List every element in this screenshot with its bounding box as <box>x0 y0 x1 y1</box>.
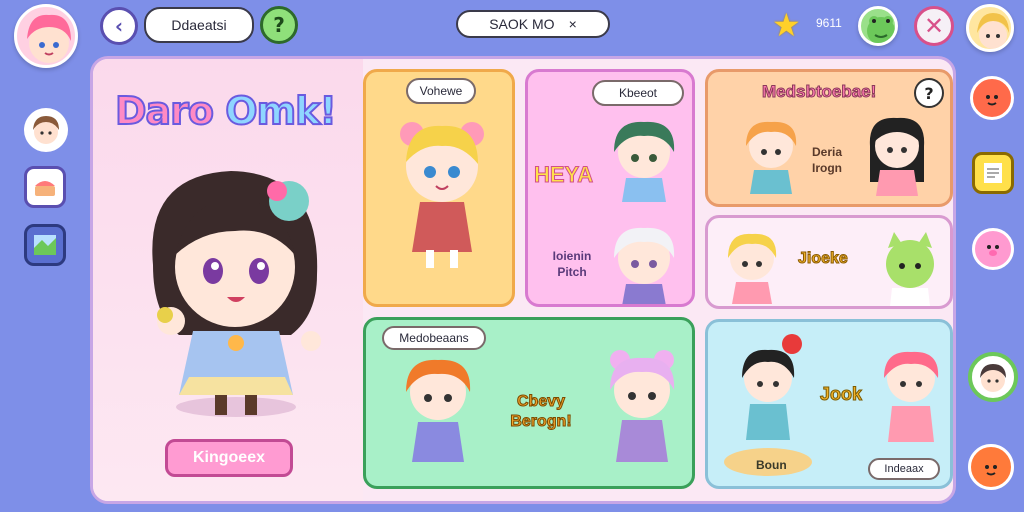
side-note-button[interactable] <box>972 152 1014 194</box>
card-5-caption: Cbevy Berogn! <box>510 393 572 431</box>
card-6-character-right <box>884 351 939 442</box>
title-part-2: Omk! <box>224 88 338 134</box>
player-avatar-icon <box>27 14 71 63</box>
boy-avatar-icon <box>33 116 59 144</box>
card-2-heading: HEYA <box>533 162 594 188</box>
mode-close-icon[interactable]: × <box>569 16 577 32</box>
card-4-character-right <box>886 232 934 306</box>
help-icon: ? <box>924 83 934 103</box>
help-button[interactable]: ? <box>260 6 298 44</box>
card-5-label: Medobeaans <box>382 326 486 350</box>
character-card-5[interactable]: Medobeaans Cbevy Berogn! <box>363 317 695 489</box>
cake-icon <box>35 181 55 196</box>
main-action-button[interactable]: Kingoeex <box>165 439 293 477</box>
character-card-4[interactable]: Jioeke <box>705 215 953 309</box>
side-pig-button[interactable] <box>972 228 1014 270</box>
exit-button[interactable]: ✕ <box>914 6 954 46</box>
card-2-subtitle: Ioienin Pitch <box>552 249 592 279</box>
side-map-button[interactable] <box>24 224 66 266</box>
pet-icon[interactable] <box>858 6 898 46</box>
frog-icon <box>867 16 895 43</box>
character-card-1[interactable]: Vohewe <box>363 69 515 307</box>
star-icon: ★ <box>772 6 801 44</box>
card-2-label: Kbeeot <box>592 80 684 106</box>
card-3-character-right <box>869 117 925 196</box>
mode-tab[interactable]: SAOK MO × <box>456 10 610 38</box>
side-avatar-boy[interactable] <box>24 108 68 152</box>
side-food-button[interactable] <box>24 166 66 208</box>
side-friend-avatar[interactable] <box>968 352 1018 402</box>
mode-tab-label: SAOK MO <box>489 16 555 32</box>
card-1-character <box>400 122 484 268</box>
main-panel: Daro Omk! Kingoeex Vohewe Kbeeot HEYA Io… <box>90 56 956 504</box>
friend-avatar[interactable] <box>966 4 1014 52</box>
close-icon: ✕ <box>923 12 945 40</box>
search-box-label: Ddaeatsi <box>171 17 227 33</box>
card-3-title: Medsbtoebae! <box>761 82 877 102</box>
card-3-help-button[interactable]: ? <box>914 78 944 108</box>
note-icon <box>984 163 1002 183</box>
top-bar: ‹ Ddaeatsi ? SAOK MO × ★ 9611 ✕ <box>0 0 1024 68</box>
card-6-caption: Jook <box>819 384 863 405</box>
help-icon: ? <box>273 13 285 37</box>
card-4-character-left <box>728 233 777 304</box>
card-5-character-left <box>406 359 471 462</box>
main-character-illustration <box>152 171 321 417</box>
character-card-2[interactable]: Kbeeot HEYA Ioienin Pitch <box>525 69 695 307</box>
search-box[interactable]: Ddaeatsi <box>144 7 254 43</box>
card-3-character-left <box>746 121 797 194</box>
side-tomato-button[interactable] <box>970 76 1014 120</box>
pig-face-icon <box>987 245 999 256</box>
card-2-character-top <box>614 121 675 202</box>
card-2-character-bottom <box>614 227 675 304</box>
card-3-caption: Deria Irogn <box>812 145 843 175</box>
player-avatar[interactable] <box>14 4 78 68</box>
back-arrow-icon: ‹ <box>114 14 124 38</box>
map-icon <box>34 235 56 255</box>
card-1-label: Vohewe <box>406 78 476 104</box>
title-part-1: Daro <box>114 88 215 134</box>
character-card-6[interactable]: Jook Boun Indeaax <box>705 319 953 489</box>
card-4-caption: Jioeke <box>798 250 849 268</box>
card-5-character-right <box>610 350 675 462</box>
coin-count: 9611 <box>816 16 842 30</box>
tomato-face-icon <box>986 95 998 106</box>
game-title: Daro Omk! <box>114 88 338 134</box>
cat-face-icon <box>985 465 997 476</box>
back-button[interactable]: ‹ <box>100 7 138 45</box>
friend-avatar-icon <box>977 13 1009 49</box>
card-6-bottom-left-label: Boun <box>756 458 787 472</box>
card-6-bottom-right-label[interactable]: Indeaax <box>868 458 940 480</box>
side-cat-button[interactable] <box>968 444 1014 490</box>
friend-boy-icon <box>980 364 1006 392</box>
character-card-3[interactable]: Medsbtoebae! ? Deria Irogn <box>705 69 953 207</box>
